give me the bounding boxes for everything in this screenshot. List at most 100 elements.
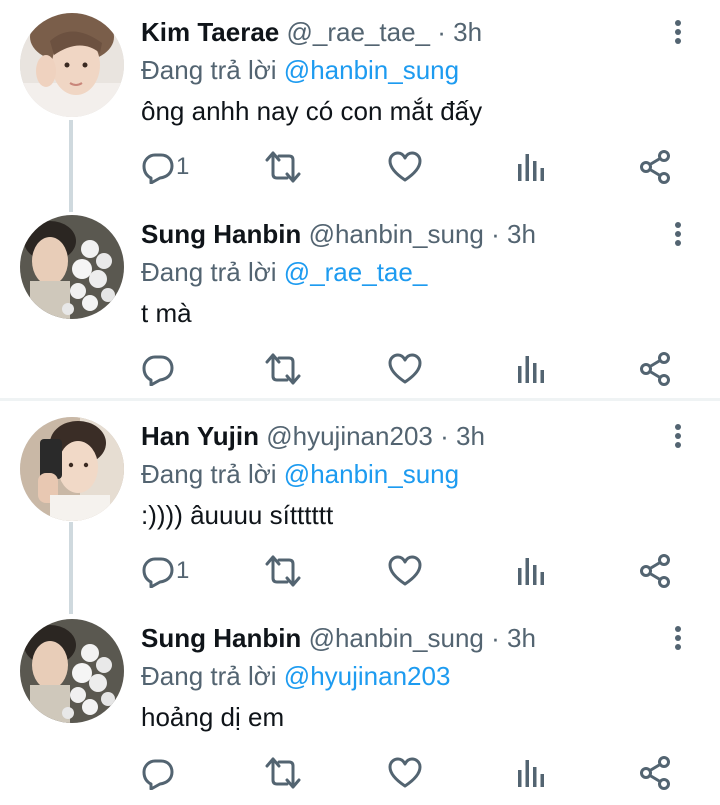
views-icon [518,760,544,787]
replying-to-label: Đang trả lời [141,661,277,691]
tweet-actions [0,350,720,388]
reply-button[interactable] [141,350,176,388]
share-button[interactable] [639,148,671,186]
reply-icon [142,355,174,386]
tweet[interactable]: Han Yujin @hyujinan203 · 3h Đang trả lời… [0,404,720,603]
reply-count: 1 [176,153,190,180]
heart-icon [388,555,422,586]
flowers-avatar [20,619,124,723]
tweet-text: t mà [141,298,192,328]
reply-button[interactable]: 1 [141,552,189,590]
reply-icon [142,153,174,184]
tweet-text: ông anhh nay có con mắt đấy [141,96,483,126]
more-button[interactable] [666,18,690,46]
user-handle[interactable]: @hanbin_sung [309,219,484,249]
retweet-button[interactable] [265,552,301,590]
tweet-actions: 1 [0,148,720,186]
views-button[interactable] [517,350,545,388]
timestamp[interactable]: 3h [453,17,482,47]
retweet-icon [265,151,301,183]
heart-icon [388,757,422,788]
more-button[interactable] [666,624,690,652]
selfie-avatar [20,13,124,117]
mention-link[interactable]: @hanbin_sung [284,459,459,489]
views-icon [518,356,544,383]
tweet[interactable]: Kim Taerae @_rae_tae_ · 3h Đang trả lời … [0,0,720,199]
reply-button[interactable] [141,754,176,792]
retweet-button[interactable] [265,350,301,388]
tweet-text: hoảng dị em [141,702,285,732]
like-button[interactable] [388,552,422,590]
reply-button[interactable]: 1 [141,148,189,186]
separator-dot: · [440,421,449,451]
separator-dot: · [491,219,500,249]
more-button[interactable] [666,220,690,248]
share-icon [640,554,670,588]
share-button[interactable] [639,754,671,792]
mention-link[interactable]: @hyujinan203 [284,661,451,691]
replying-to: Đang trả lời @hanbin_sung [141,52,459,88]
reply-icon [142,557,174,588]
like-button[interactable] [388,350,422,388]
retweet-icon [265,353,301,385]
tweet-actions [0,754,720,792]
mention-link[interactable]: @hanbin_sung [284,55,459,85]
tweet[interactable]: Sung Hanbin @hanbin_sung · 3h Đang trả l… [0,606,720,805]
share-icon [640,756,670,790]
views-icon [518,154,544,181]
avatar[interactable] [20,13,124,117]
display-name[interactable]: Sung Hanbin [141,623,301,653]
heart-icon [388,353,422,384]
replying-to: Đang trả lời @hyujinan203 [141,658,450,694]
mention-link[interactable]: @_rae_tae_ [284,257,428,287]
replying-to: Đang trả lời @hanbin_sung [141,456,459,492]
user-handle[interactable]: @hanbin_sung [309,623,484,653]
separator-dot: · [491,623,500,653]
more-icon [675,424,681,448]
heart-icon [388,151,422,182]
like-button[interactable] [388,754,422,792]
display-name[interactable]: Sung Hanbin [141,219,301,249]
retweet-button[interactable] [265,754,301,792]
display-name[interactable]: Han Yujin [141,421,259,451]
replying-to-label: Đang trả lời [141,459,277,489]
display-name[interactable]: Kim Taerae [141,17,279,47]
tweet-header: Sung Hanbin @hanbin_sung · 3h [141,215,536,253]
more-icon [675,20,681,44]
more-icon [675,626,681,650]
avatar[interactable] [20,215,124,319]
user-handle[interactable]: @_rae_tae_ [287,17,431,47]
timestamp[interactable]: 3h [507,219,536,249]
flowers-avatar [20,215,124,319]
timestamp[interactable]: 3h [456,421,485,451]
views-button[interactable] [517,148,545,186]
share-icon [640,352,670,386]
mirror-selfie-avatar [20,417,124,521]
replying-to-label: Đang trả lời [141,55,277,85]
replying-to-label: Đang trả lời [141,257,277,287]
reply-icon [142,759,174,790]
views-button[interactable] [517,754,545,792]
more-button[interactable] [666,422,690,450]
share-icon [640,150,670,184]
separator-dot: · [437,17,446,47]
tweet-header: Han Yujin @hyujinan203 · 3h [141,417,485,455]
tweet-actions: 1 [0,552,720,590]
replying-to: Đang trả lời @_rae_tae_ [141,254,427,290]
views-icon [518,558,544,585]
avatar[interactable] [20,417,124,521]
reply-count: 1 [176,557,190,584]
retweet-button[interactable] [265,148,301,186]
retweet-icon [265,757,301,789]
user-handle[interactable]: @hyujinan203 [266,421,433,451]
share-button[interactable] [639,350,671,388]
like-button[interactable] [388,148,422,186]
tweet-text: :)))) âuuuu sítttttt [141,500,334,530]
tweet[interactable]: Sung Hanbin @hanbin_sung · 3h Đang trả l… [0,202,720,401]
tweet-header: Sung Hanbin @hanbin_sung · 3h [141,619,536,657]
timestamp[interactable]: 3h [507,623,536,653]
share-button[interactable] [639,552,671,590]
views-button[interactable] [517,552,545,590]
retweet-icon [265,555,301,587]
avatar[interactable] [20,619,124,723]
